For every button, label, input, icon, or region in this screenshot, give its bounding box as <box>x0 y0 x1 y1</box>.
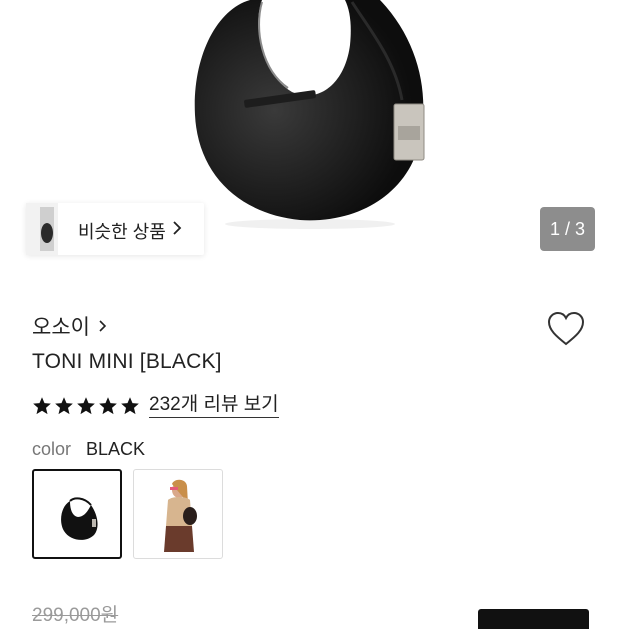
similar-products-label: 비슷한 상품 <box>78 222 166 242</box>
similar-products-button[interactable]: 비슷한 상품 <box>26 203 204 255</box>
color-label: color <box>32 439 72 459</box>
color-value: BLACK <box>86 439 146 459</box>
product-title: TONI MINI [BLACK] <box>32 350 222 373</box>
star-icon <box>55 397 73 415</box>
heart-icon[interactable] <box>546 311 586 347</box>
similar-product-thumbnail <box>26 203 58 255</box>
chevron-right-icon <box>99 320 107 332</box>
product-image-gallery[interactable]: 비슷한 상품 1 / 3 <box>0 0 620 280</box>
original-price: 299,000원 <box>32 605 119 626</box>
model-thumbnail-image <box>164 479 197 552</box>
star-icon <box>99 397 117 415</box>
color-swatch-selected[interactable] <box>32 469 122 559</box>
star-icon <box>77 397 95 415</box>
image-pager-indicator: 1 / 3 <box>540 207 595 251</box>
star-rating <box>32 396 140 416</box>
star-icon <box>33 397 51 415</box>
color-swatch-model[interactable] <box>133 469 223 559</box>
color-selection-row: color BLACK <box>32 439 145 460</box>
rating-row: 232개 리뷰 보기 <box>32 394 279 418</box>
bag-thumbnail-image <box>61 497 98 540</box>
brand-name: 오소이 <box>32 316 90 339</box>
purchase-button[interactable] <box>478 609 589 629</box>
star-icon <box>121 397 139 415</box>
reviews-link[interactable]: 232개 리뷰 보기 <box>149 394 279 418</box>
brand-link[interactable]: 오소이 <box>32 311 107 341</box>
chevron-right-icon <box>173 221 182 235</box>
